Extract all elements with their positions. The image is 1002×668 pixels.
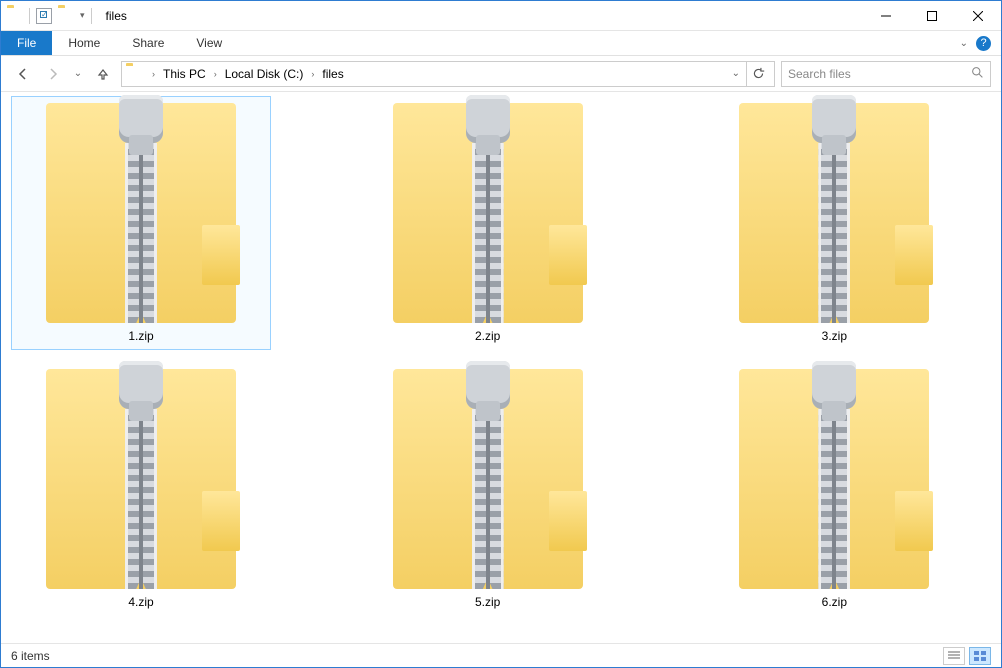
ribbon-file-tab[interactable]: File — [1, 31, 52, 55]
address-bar[interactable]: › This PC › Local Disk (C:) › files ⌄ — [121, 61, 775, 87]
breadcrumb-segment[interactable]: Local Disk (C:) — [223, 67, 306, 81]
zip-folder-icon — [393, 369, 583, 589]
search-box[interactable] — [781, 61, 991, 87]
file-item[interactable]: 6.zip — [704, 362, 964, 616]
file-name: 1.zip — [128, 329, 153, 343]
window-title: files — [106, 9, 127, 23]
window-folder-icon — [7, 8, 23, 24]
separator — [91, 8, 92, 24]
forward-button[interactable] — [41, 62, 65, 86]
chevron-right-icon[interactable]: › — [210, 69, 221, 79]
ribbon-tab-share[interactable]: Share — [116, 31, 180, 55]
file-name: 3.zip — [822, 329, 847, 343]
refresh-button[interactable] — [746, 62, 770, 86]
file-item[interactable]: 2.zip — [358, 96, 618, 350]
file-item[interactable]: 3.zip — [704, 96, 964, 350]
address-folder-icon — [126, 66, 142, 82]
file-list[interactable]: 1.zip 2.zip 3.zip — [1, 92, 1001, 643]
navigation-row: ⌄ › This PC › Local Disk (C:) › files ⌄ — [1, 56, 1001, 92]
view-details-button[interactable] — [943, 647, 965, 665]
qat-properties-icon[interactable]: ✓ — [36, 8, 52, 24]
minimize-button[interactable] — [863, 2, 909, 30]
up-button[interactable] — [91, 62, 115, 86]
close-button[interactable] — [955, 2, 1001, 30]
file-item[interactable]: 4.zip — [11, 362, 271, 616]
help-icon[interactable]: ? — [976, 36, 991, 51]
file-name: 5.zip — [475, 595, 500, 609]
title-bar: ✓ ▾ files — [1, 1, 1001, 31]
view-large-icons-button[interactable] — [969, 647, 991, 665]
zip-folder-icon — [46, 103, 236, 323]
zip-folder-icon — [393, 103, 583, 323]
qat-folder-icon[interactable] — [58, 8, 74, 24]
search-icon[interactable] — [971, 66, 984, 82]
ribbon-tab-home[interactable]: Home — [52, 31, 116, 55]
ribbon-expand-icon[interactable]: ⌄ — [960, 38, 968, 49]
ribbon: File Home Share View ⌄ ? — [1, 31, 1001, 56]
separator — [29, 8, 30, 24]
breadcrumb-segment[interactable]: files — [320, 67, 345, 81]
maximize-button[interactable] — [909, 2, 955, 30]
file-item[interactable]: 1.zip — [11, 96, 271, 350]
file-name: 4.zip — [128, 595, 153, 609]
chevron-right-icon[interactable]: › — [307, 69, 318, 79]
file-name: 6.zip — [822, 595, 847, 609]
zip-folder-icon — [46, 369, 236, 589]
search-input[interactable] — [788, 67, 971, 81]
ribbon-tab-view[interactable]: View — [180, 31, 238, 55]
recent-locations-button[interactable]: ⌄ — [71, 62, 85, 86]
address-dropdown-icon[interactable]: ⌄ — [732, 68, 740, 79]
file-item[interactable]: 5.zip — [358, 362, 618, 616]
zip-folder-icon — [739, 369, 929, 589]
status-bar: 6 items — [1, 643, 1001, 667]
chevron-right-icon[interactable]: › — [148, 69, 159, 79]
file-name: 2.zip — [475, 329, 500, 343]
zip-folder-icon — [739, 103, 929, 323]
qat-dropdown-icon[interactable]: ▾ — [80, 10, 85, 21]
status-item-count: 6 items — [11, 649, 50, 663]
back-button[interactable] — [11, 62, 35, 86]
breadcrumb-segment[interactable]: This PC — [161, 67, 208, 81]
